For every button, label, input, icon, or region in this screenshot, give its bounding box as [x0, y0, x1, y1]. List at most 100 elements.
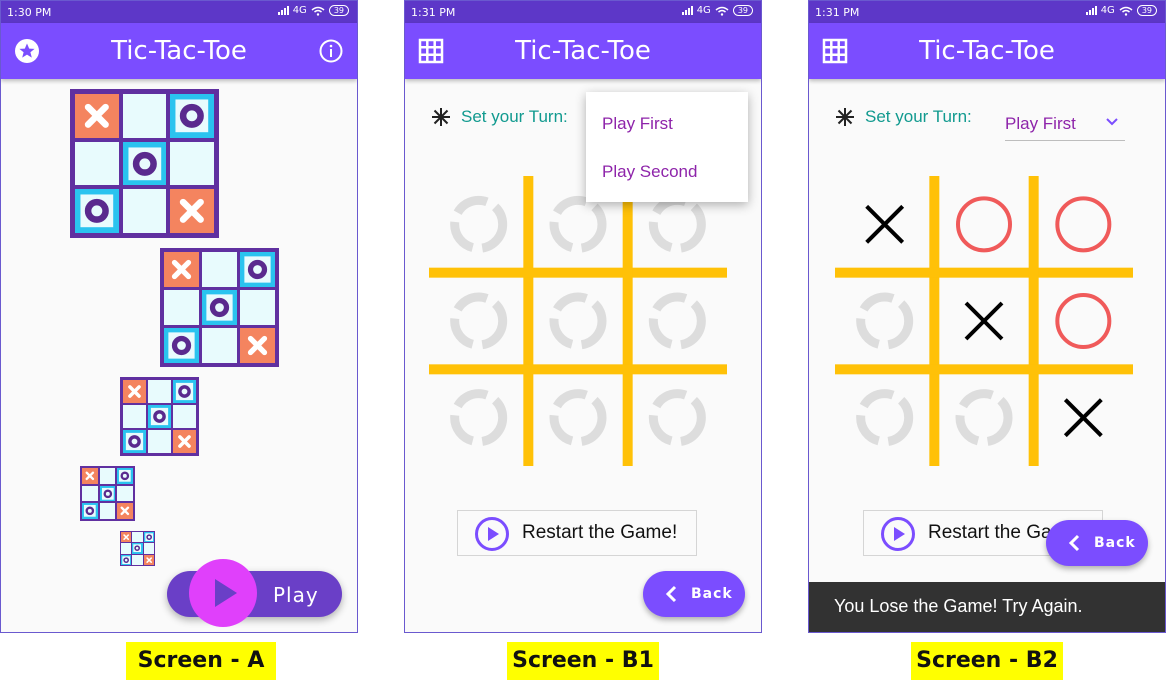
- cell-empty[interactable]: [549, 389, 607, 447]
- o-mark-icon: [206, 294, 233, 321]
- x-mark-icon: [123, 534, 130, 541]
- restart-label: Restart the Game!: [522, 522, 678, 543]
- x-mark-icon: [128, 385, 141, 398]
- status-bar: 1:30 PM 4G 39: [1, 1, 357, 23]
- grid-line-vertical: [523, 176, 534, 466]
- signal-icon: [681, 6, 693, 15]
- wifi-icon: [715, 6, 729, 16]
- cell-o[interactable]: [956, 196, 1012, 253]
- status-time: 1:30 PM: [7, 6, 52, 19]
- o-mark-icon: [125, 432, 144, 451]
- o-mark-icon: [244, 256, 271, 283]
- app-bar: Tic-Tac-Toe: [1, 23, 357, 79]
- info-icon[interactable]: [317, 37, 345, 65]
- game-board: [429, 176, 727, 466]
- play-button[interactable]: Play: [167, 559, 342, 627]
- back-button[interactable]: Back: [643, 571, 745, 617]
- logo-cell-empty: [173, 405, 196, 428]
- o-mark-icon: [119, 469, 132, 482]
- logo-cell-empty: [143, 543, 154, 554]
- battery-icon: 39: [328, 5, 349, 16]
- cell-empty[interactable]: [648, 195, 706, 253]
- grid-line-horizontal: [835, 267, 1133, 278]
- caption-screen-b1: Screen - B1: [507, 642, 659, 680]
- logo-cell-o: [148, 405, 171, 428]
- logo-cell-x: [123, 380, 146, 403]
- chevron-down-icon: [1106, 118, 1118, 126]
- grid-line-vertical: [622, 176, 633, 466]
- logo-cell-o: [121, 554, 132, 565]
- battery-icon: 39: [732, 5, 753, 16]
- cell-x[interactable]: [865, 204, 905, 244]
- turn-dropdown[interactable]: Play First: [1005, 114, 1125, 141]
- logo-cell-empty: [170, 141, 214, 186]
- cell-empty[interactable]: [856, 389, 914, 447]
- cell-empty[interactable]: [955, 389, 1013, 447]
- cell-x[interactable]: [1063, 398, 1103, 438]
- turn-dropdown-menu: Play First Play Second: [586, 92, 748, 202]
- turn-dropdown-value: Play First: [1005, 114, 1076, 133]
- cell-empty[interactable]: [450, 195, 508, 253]
- cell-empty[interactable]: [648, 389, 706, 447]
- snackbar: You Lose the Game! Try Again.: [809, 582, 1165, 632]
- snowflake-icon: [432, 108, 450, 126]
- logo-cell-empty: [121, 543, 132, 554]
- logo-cell-o: [173, 380, 196, 403]
- logo-cell-empty: [164, 290, 199, 325]
- turn-setting: Set your Turn:: [835, 107, 972, 127]
- o-mark-icon: [175, 382, 194, 401]
- wifi-icon: [311, 6, 325, 16]
- logo-cell-x: [143, 554, 154, 565]
- cell-empty[interactable]: [450, 292, 508, 350]
- cell-empty[interactable]: [648, 292, 706, 350]
- logo-cell-empty: [148, 430, 171, 453]
- cell-x[interactable]: [964, 301, 1004, 341]
- restart-button[interactable]: Restart the Game!: [457, 510, 697, 556]
- logo-cell-x: [82, 468, 98, 484]
- back-label: Back: [1094, 535, 1136, 551]
- x-mark-icon: [247, 335, 268, 356]
- o-mark-icon: [128, 147, 161, 180]
- cell-o[interactable]: [1055, 293, 1112, 349]
- o-mark-icon: [83, 505, 96, 518]
- logo-cell-empty: [99, 503, 116, 519]
- menu-item-play-second[interactable]: Play Second: [602, 162, 697, 182]
- play-circle-icon: [881, 517, 915, 551]
- caption-screen-a: Screen - A: [126, 642, 276, 680]
- logo-cell-empty: [202, 328, 237, 363]
- logo-cell-o: [117, 468, 133, 484]
- logo-board-1: [70, 89, 219, 238]
- cell-o[interactable]: [1055, 196, 1112, 253]
- menu-item-play-first[interactable]: Play First: [602, 114, 673, 134]
- logo-cell-o: [123, 430, 146, 453]
- logo-cell-empty: [148, 380, 171, 403]
- play-label: Play: [273, 583, 319, 607]
- play-circle-icon: [475, 517, 509, 551]
- cell-empty[interactable]: [856, 292, 914, 350]
- o-mark-icon: [175, 99, 209, 133]
- turn-label: Set your Turn:: [865, 107, 972, 126]
- screen-a: 1:30 PM 4G 39 Tic-Tac-Toe Play: [0, 0, 358, 633]
- x-mark-icon: [120, 506, 130, 516]
- cell-empty[interactable]: [549, 292, 607, 350]
- x-mark-icon: [85, 471, 95, 481]
- logo-cell-empty: [122, 189, 167, 233]
- logo-board-5: [120, 531, 155, 566]
- logo-cell-o: [164, 328, 199, 363]
- play-circle: [189, 559, 257, 627]
- logo-cell-o: [99, 485, 116, 502]
- cell-empty[interactable]: [450, 389, 508, 447]
- logo-cell-x: [164, 252, 199, 287]
- logo-cell-o: [132, 543, 143, 554]
- cell-empty[interactable]: [549, 195, 607, 253]
- app-bar: Tic-Tac-Toe: [809, 23, 1165, 79]
- logo-cell-o: [82, 503, 98, 519]
- grid-line-horizontal: [835, 364, 1133, 375]
- back-button[interactable]: Back: [1046, 520, 1148, 566]
- chevron-left-icon: [665, 585, 677, 603]
- logo-cell-x: [121, 532, 132, 543]
- signal-icon: [277, 6, 289, 15]
- game-board: [835, 176, 1133, 466]
- logo-board-4: [80, 466, 135, 521]
- chevron-left-icon: [1068, 534, 1080, 552]
